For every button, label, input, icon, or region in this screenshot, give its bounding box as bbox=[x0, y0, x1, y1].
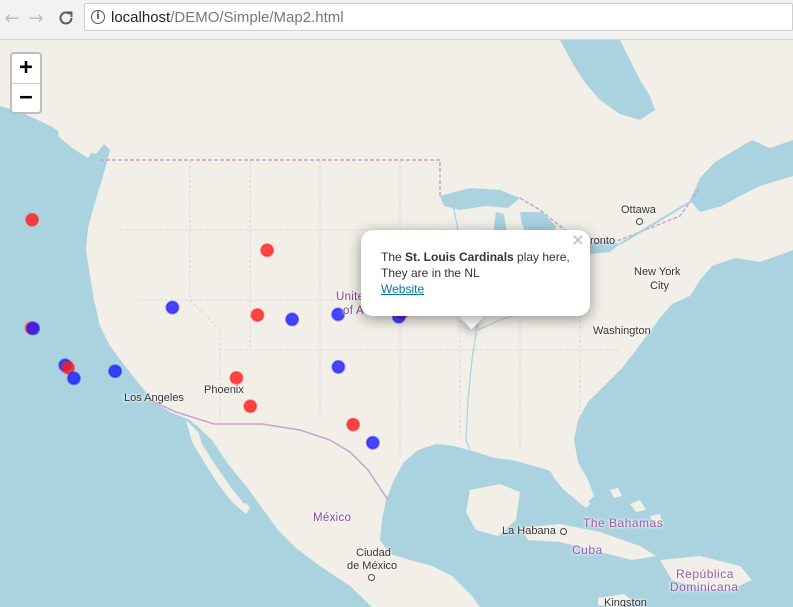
info-icon[interactable]: i bbox=[91, 10, 105, 24]
url-text: localhost/DEMO/Simple/Map2.html bbox=[111, 9, 344, 26]
team-marker[interactable]: San Diego Padres bbox=[66, 371, 81, 386]
team-marker[interactable]: Colorado Rockies bbox=[165, 300, 180, 315]
marker-popup: The St. Louis Cardinals play here, They … bbox=[361, 230, 590, 316]
label-cuba: Cuba bbox=[572, 543, 603, 557]
ciudad-dot bbox=[368, 574, 375, 581]
label-ciudad-1: Ciudad bbox=[356, 547, 391, 559]
zoom-in-button[interactable]: + bbox=[12, 54, 40, 84]
team-marker[interactable]: Arizona Diamondbacks bbox=[108, 364, 123, 379]
label-kingston: Kingston bbox=[604, 597, 647, 607]
north-america-land bbox=[0, 40, 793, 607]
zoom-out-button[interactable]: − bbox=[12, 84, 40, 113]
popup-prefix: The bbox=[381, 250, 406, 264]
popup-line-2: They are in the NL bbox=[381, 266, 480, 280]
popup-close-button[interactable]: × bbox=[571, 232, 585, 248]
team-marker[interactable]: Kansas City Royals bbox=[250, 308, 265, 322]
zoom-control: + − bbox=[10, 52, 42, 114]
url-path: /DEMO/Simple/Map2.html bbox=[170, 9, 344, 26]
label-ciudad-2: de México bbox=[347, 560, 398, 572]
url-host: localhost bbox=[111, 9, 171, 26]
back-arrow-icon[interactable]: ← bbox=[0, 6, 24, 30]
team-marker[interactable]: Tampa Bay Rays bbox=[346, 417, 361, 432]
team-marker[interactable]: Minnesota Twins bbox=[260, 243, 275, 258]
team-marker[interactable]: St. Louis Cardinals bbox=[285, 312, 300, 327]
team-marker[interactable]: Atlanta Braves bbox=[331, 359, 346, 374]
label-los-angeles: Los Angeles bbox=[124, 392, 184, 404]
team-marker[interactable]: Oakland Athletics bbox=[26, 321, 41, 336]
map-tiles: Seattle MarinersSan Francisco GiantsOakl… bbox=[0, 40, 793, 607]
label-toronto: ronto bbox=[590, 235, 616, 247]
popup-line-1: The St. Louis Cardinals play here, bbox=[381, 249, 578, 265]
popup-website-link[interactable]: Website bbox=[381, 282, 424, 296]
team-marker[interactable]: Miami Marlins bbox=[365, 435, 380, 450]
team-marker[interactable]: Texas Rangers bbox=[229, 370, 244, 385]
address-bar[interactable]: i localhost/DEMO/Simple/Map2.html bbox=[84, 3, 793, 31]
label-washington: Washington bbox=[593, 325, 651, 337]
forward-arrow-icon[interactable]: → bbox=[24, 6, 48, 30]
popup-suffix: play here, bbox=[513, 250, 570, 264]
label-republica-1: República bbox=[676, 567, 734, 581]
habana-dot bbox=[560, 528, 567, 535]
popup-team-name: St. Louis Cardinals bbox=[405, 250, 514, 264]
label-new-york-1: New York bbox=[634, 266, 681, 278]
ottawa-dot bbox=[636, 218, 643, 225]
label-bahamas: The Bahamas bbox=[583, 516, 664, 530]
map-view[interactable]: Seattle MarinersSan Francisco GiantsOakl… bbox=[0, 40, 793, 607]
browser-toolbar: ← → i localhost/DEMO/Simple/Map2.html bbox=[0, 0, 793, 40]
reload-icon[interactable] bbox=[54, 6, 78, 30]
team-marker[interactable]: Seattle Mariners bbox=[25, 212, 40, 227]
label-la-habana: La Habana bbox=[502, 525, 556, 537]
label-republica-2: Dominicana bbox=[670, 580, 739, 594]
label-mexico: México bbox=[313, 512, 352, 524]
label-ottawa: Ottawa bbox=[621, 204, 656, 216]
team-marker[interactable]: Houston Astros bbox=[243, 399, 258, 414]
label-new-york-2: City bbox=[650, 280, 669, 292]
label-phoenix: Phoenix bbox=[204, 384, 244, 396]
